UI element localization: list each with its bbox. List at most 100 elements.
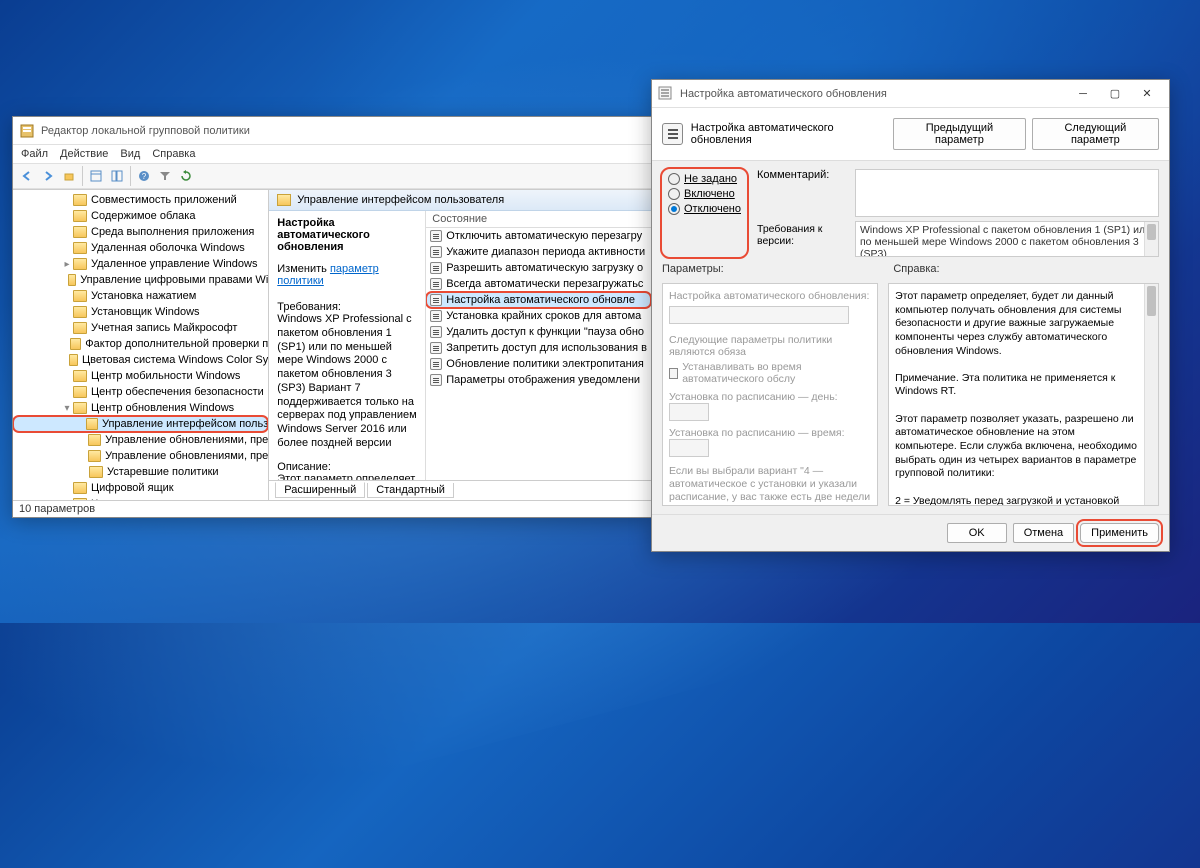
tree-item[interactable]: ▸Удаленное управление Windows xyxy=(13,256,268,272)
content-title: Управление интерфейсом пользователя xyxy=(297,194,504,206)
filter-button[interactable] xyxy=(155,166,175,186)
param-select[interactable] xyxy=(669,306,849,324)
comment-textarea[interactable] xyxy=(855,169,1159,217)
radio-disabled[interactable]: Отключено xyxy=(668,203,741,215)
tree-item[interactable]: Удаленная оболочка Windows xyxy=(13,240,268,256)
cancel-button[interactable]: Отмена xyxy=(1013,523,1074,543)
ok-button[interactable]: OK xyxy=(947,523,1007,543)
tree-item[interactable]: Управление обновлениями, пре xyxy=(13,432,268,448)
tree-item[interactable]: Центр мобильности Windows xyxy=(13,368,268,384)
setting-label: Обновление политики электропитания xyxy=(446,358,644,370)
up-button[interactable] xyxy=(59,166,79,186)
setting-heading: Настройка автоматического обновления xyxy=(277,217,417,253)
tree-item[interactable]: Чат xyxy=(13,496,268,500)
minimize-button[interactable]: ─ xyxy=(1067,83,1099,105)
tree-item[interactable]: ▾Центр обновления Windows xyxy=(13,400,268,416)
svg-text:?: ? xyxy=(142,172,147,181)
column-header-state[interactable]: Состояние xyxy=(426,211,651,228)
tree-item[interactable]: Управление цифровыми правами Wi xyxy=(13,272,268,288)
expand-icon[interactable]: ▾ xyxy=(61,403,73,414)
setting-row[interactable]: Запретить доступ для использования в xyxy=(426,340,651,356)
tab-extended[interactable]: Расширенный xyxy=(275,482,365,498)
tree-item[interactable]: Учетная запись Майкрософт xyxy=(13,320,268,336)
close-button[interactable]: ✕ xyxy=(1131,83,1163,105)
tree-item-label: Управление цифровыми правами Wi xyxy=(80,274,268,286)
refresh-button[interactable] xyxy=(176,166,196,186)
setting-label: Настройка автоматического обновле xyxy=(446,294,635,306)
tree-item-label: Управление интерфейсом польз xyxy=(102,418,268,430)
help-scrollbar[interactable] xyxy=(1144,284,1158,505)
folder-icon xyxy=(73,242,87,254)
tree-item[interactable]: Установка нажатием xyxy=(13,288,268,304)
back-button[interactable] xyxy=(17,166,37,186)
setting-row[interactable]: Всегда автоматически перезагружатьс xyxy=(426,276,651,292)
setting-icon xyxy=(430,326,442,338)
radio-enabled[interactable]: Включено xyxy=(668,188,741,200)
setting-row[interactable]: Параметры отображения уведомлени xyxy=(426,372,651,388)
gpedit-titlebar[interactable]: Редактор локальной групповой политики xyxy=(13,117,651,145)
setting-row[interactable]: Отключить автоматическую перезагру xyxy=(426,228,651,244)
view-list-button[interactable] xyxy=(86,166,106,186)
params-label: Параметры: xyxy=(662,263,883,275)
setting-label: Запретить доступ для использования в xyxy=(446,342,647,354)
setting-label: Разрешить автоматическую загрузку о xyxy=(446,262,643,274)
radio-icon xyxy=(668,173,680,185)
setting-row[interactable]: Удалить доступ к функции "пауза обно xyxy=(426,324,651,340)
prev-setting-button[interactable]: Предыдущий параметр xyxy=(893,118,1026,150)
menu-help[interactable]: Справка xyxy=(152,148,195,160)
tree-item[interactable]: Управление интерфейсом польз xyxy=(13,416,268,432)
apply-button[interactable]: Применить xyxy=(1080,523,1159,543)
requirements-text: Windows XP Professional с пакетом обновл… xyxy=(277,313,417,451)
folder-icon xyxy=(277,194,291,206)
tree-item[interactable]: Фактор дополнительной проверки п xyxy=(13,336,268,352)
menu-action[interactable]: Действие xyxy=(60,148,108,160)
radio-icon xyxy=(668,188,680,200)
setting-label: Укажите диапазон периода активности xyxy=(446,246,645,258)
policy-titlebar[interactable]: Настройка автоматического обновления ─ ▢… xyxy=(652,80,1169,108)
maximize-button[interactable]: ▢ xyxy=(1099,83,1131,105)
folder-icon xyxy=(73,370,87,382)
menu-view[interactable]: Вид xyxy=(120,148,140,160)
setting-icon xyxy=(430,358,442,370)
checkbox-auto-maint[interactable] xyxy=(669,368,678,379)
setting-icon xyxy=(430,294,442,306)
setting-row[interactable]: Настройка автоматического обновле xyxy=(426,292,651,308)
tree-item-label: Цветовая система Windows Color Sy xyxy=(82,354,268,366)
tree-item[interactable]: Управление обновлениями, пре xyxy=(13,448,268,464)
setting-row[interactable]: Укажите диапазон периода активности xyxy=(426,244,651,260)
policy-icon xyxy=(662,123,683,145)
tree-item[interactable]: Центр обеспечения безопасности xyxy=(13,384,268,400)
gpedit-tree[interactable]: Совместимость приложенийСодержимое облак… xyxy=(13,190,269,500)
tree-item[interactable]: Содержимое облака xyxy=(13,208,268,224)
statusbar: 10 параметров xyxy=(13,500,651,517)
next-setting-button[interactable]: Следующий параметр xyxy=(1032,118,1159,150)
menu-file[interactable]: Файл xyxy=(21,148,48,160)
tree-item[interactable]: Цифровой ящик xyxy=(13,480,268,496)
forward-button[interactable] xyxy=(38,166,58,186)
tree-item-label: Центр обеспечения безопасности xyxy=(91,386,264,398)
help-button[interactable]: ? xyxy=(134,166,154,186)
setting-row[interactable]: Установка крайних сроков для автома xyxy=(426,308,651,324)
tree-item[interactable]: Совместимость приложений xyxy=(13,192,268,208)
tree-item-label: Установка нажатием xyxy=(91,290,196,302)
tree-item[interactable]: Устаревшие политики xyxy=(13,464,268,480)
param-time-select[interactable] xyxy=(669,439,709,457)
tree-item-label: Устаревшие политики xyxy=(107,466,219,478)
tree-item-label: Управление обновлениями, пре xyxy=(105,450,268,462)
setting-row[interactable]: Обновление политики электропитания xyxy=(426,356,651,372)
folder-icon xyxy=(69,354,79,366)
tree-item[interactable]: Цветовая система Windows Color Sy xyxy=(13,352,268,368)
radio-not-configured[interactable]: Не задано xyxy=(668,173,741,185)
policy-footer: OK Отмена Применить xyxy=(652,514,1169,551)
view-detail-button[interactable] xyxy=(107,166,127,186)
setting-row[interactable]: Разрешить автоматическую загрузку о xyxy=(426,260,651,276)
tree-item[interactable]: Установщик Windows xyxy=(13,304,268,320)
setting-icon xyxy=(430,246,442,258)
setting-icon xyxy=(430,278,442,290)
tree-item[interactable]: Среда выполнения приложения xyxy=(13,224,268,240)
tab-standard[interactable]: Стандартный xyxy=(367,483,454,498)
gpedit-title: Редактор локальной групповой политики xyxy=(41,125,645,137)
expand-icon[interactable]: ▸ xyxy=(61,259,73,270)
setting-icon xyxy=(430,262,442,274)
param-day-select[interactable] xyxy=(669,403,709,421)
